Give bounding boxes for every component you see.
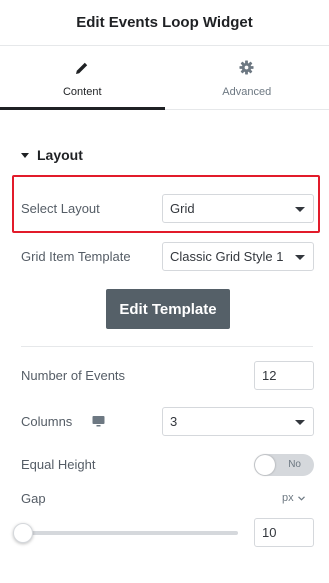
number-of-events-label: Number of Events [21,368,126,383]
gap-input[interactable]: 10 [254,518,314,547]
gap-label: Gap [21,491,46,506]
select-layout-value: Grid [170,201,195,216]
select-layout-label: Select Layout [21,201,100,216]
chevron-down-icon [295,420,305,425]
toggle-knob [255,455,275,475]
section-title: Layout [37,147,83,163]
section-layout-toggle[interactable]: Layout [21,147,83,163]
desktop-icon[interactable] [92,414,105,432]
panel-title: Edit Events Loop Widget [76,14,253,31]
gap-unit-value: px [282,492,294,504]
tab-content-label: Content [62,85,102,98]
equal-height-state: No [288,459,301,470]
gap-unit-selector[interactable]: px [282,492,305,504]
grid-item-template-value: Classic Grid Style 1 [170,249,284,264]
chevron-down-icon [297,492,305,504]
gap-slider-handle[interactable] [13,523,33,543]
chevron-down-icon [295,207,305,212]
columns-label: Columns [21,414,73,429]
grid-item-template-dropdown[interactable]: Classic Grid Style 1 [162,242,314,271]
tab-advanced-label: Advanced [222,85,272,98]
caret-down-icon [21,152,29,158]
divider [21,346,313,347]
pencil-icon [73,59,91,77]
number-of-events-value: 12 [262,368,277,383]
number-of-events-input[interactable]: 12 [254,361,314,390]
panel-header: Edit Events Loop Widget [0,0,329,46]
equal-height-label: Equal Height [21,457,96,472]
edit-template-button[interactable]: Edit Template [106,289,230,329]
gear-icon [238,59,256,77]
columns-dropdown[interactable]: 3 [162,407,314,436]
select-layout-dropdown[interactable]: Grid [162,194,314,223]
gap-slider-track[interactable] [21,531,238,535]
columns-value: 3 [170,414,178,429]
grid-item-template-label: Grid Item Template [21,249,131,264]
tab-content[interactable]: Content [0,47,165,110]
equal-height-toggle[interactable]: No [254,454,314,476]
chevron-down-icon [295,255,305,260]
tab-bar: Content Advanced [0,47,329,110]
tab-advanced[interactable]: Advanced [165,47,329,109]
gap-value: 10 [262,525,277,540]
